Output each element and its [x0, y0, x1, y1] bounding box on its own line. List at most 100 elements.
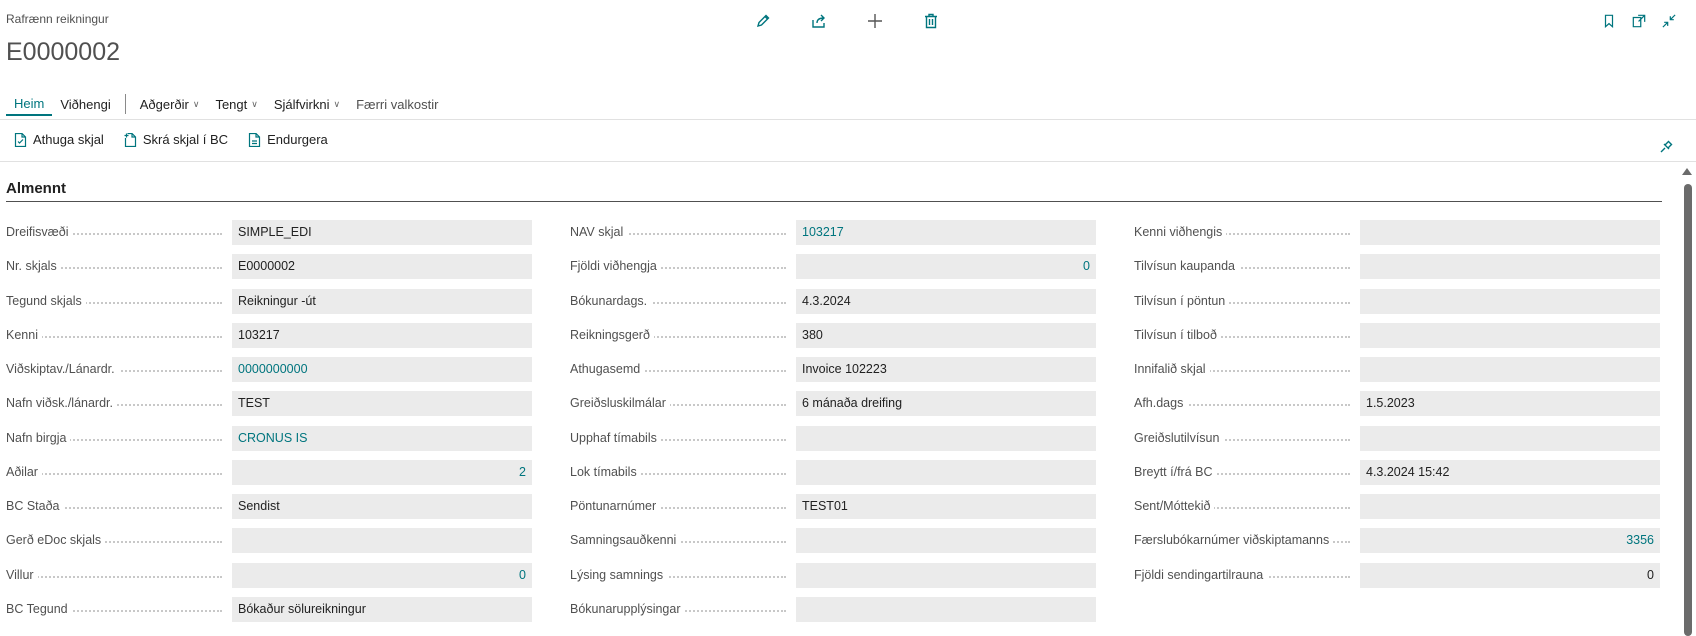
field-label: Nr. skjals [6, 254, 61, 279]
add-icon[interactable] [862, 8, 888, 34]
tab-label: Heim [14, 95, 45, 111]
field-value[interactable] [796, 528, 1096, 554]
field-value[interactable]: TEST01 [796, 494, 1096, 519]
field-value[interactable]: Reikningur -út [232, 288, 532, 314]
field-label-text: Greiðslutilvísun [1134, 430, 1224, 445]
share-icon[interactable] [806, 8, 832, 34]
page-caption: Rafrænn reikningur [6, 12, 109, 26]
field-value[interactable] [796, 425, 1096, 451]
field-label-text: Nr. skjals [6, 259, 61, 274]
edit-icon[interactable] [750, 8, 776, 34]
field-label-text: Kenni [6, 327, 42, 342]
field-value[interactable]: 4.3.2024 [796, 288, 1096, 314]
field-label-text: BC Staða [6, 499, 64, 513]
field-value[interactable] [796, 596, 1096, 622]
tab-label: Sjálfvirkni [273, 96, 330, 112]
field-label: Kenni [6, 323, 42, 348]
field-value[interactable] [232, 528, 532, 554]
field-value[interactable] [1360, 357, 1660, 382]
page-toolbar [750, 8, 944, 34]
leader-dots [6, 575, 222, 578]
tab-tengt[interactable]: Tengt ∨ [207, 92, 265, 116]
check-document-button[interactable]: Athuga skjal [14, 132, 104, 147]
field-value[interactable]: 1.5.2023 [1360, 391, 1660, 417]
page-right-toolbar [1596, 8, 1682, 34]
field-value[interactable] [1360, 254, 1660, 280]
register-in-bc-button[interactable]: Skrá skjal í BC [124, 132, 228, 147]
section-title[interactable]: Almennt [6, 180, 66, 197]
field-label: Tilvísun í tilboð [1134, 323, 1221, 348]
divider [0, 161, 1696, 162]
field-label: Færslubókarnúmer viðskiptamanns [1134, 528, 1334, 553]
field-value[interactable]: 2 [232, 459, 532, 485]
page-title: E0000002 [6, 38, 121, 66]
field-label-text: Athugasemd [570, 362, 645, 376]
field-label: Bókunardags. [570, 289, 652, 314]
document-refresh-icon [248, 132, 261, 147]
field-value[interactable] [1360, 425, 1660, 451]
field-value[interactable]: Invoice 102223 [796, 357, 1096, 382]
field-value[interactable] [1360, 494, 1660, 519]
field-value[interactable]: 0000000000 [232, 357, 532, 382]
field-label: Breytt í/frá BC [1134, 460, 1217, 485]
field-label-text: Tilvísun í tilboð [1134, 327, 1221, 342]
field-value[interactable]: 4.3.2024 15:42 [1360, 459, 1660, 485]
tab-label: Færri valkostir [356, 96, 439, 112]
field-label-text: Gerð eDoc skjals [6, 533, 106, 548]
field-value[interactable]: 6 mánaða dreifing [796, 391, 1096, 417]
chevron-down-icon: ∨ [251, 98, 258, 109]
tab-adgerdir[interactable]: Aðgerðir ∨ [132, 92, 208, 116]
field-value[interactable]: 103217 [796, 220, 1096, 245]
field-value[interactable]: SIMPLE_EDI [232, 220, 532, 245]
fewer-options-button[interactable]: Færri valkostir [348, 92, 446, 116]
field-label-text: Kenni viðhengis [1134, 225, 1227, 239]
field-value[interactable] [796, 562, 1096, 588]
tab-vidhengi[interactable]: Viðhengi [52, 92, 118, 116]
scrollbar[interactable] [1682, 166, 1692, 636]
field-value[interactable]: 0 [1360, 562, 1660, 588]
field-label: BC Staða [6, 494, 64, 519]
field-label-text: Nafn viðsk./lánardr. [6, 396, 117, 411]
field-value[interactable]: Sendist [232, 494, 532, 519]
field-label-text: Samningsauðkenni [570, 533, 681, 548]
scroll-up-arrow-icon[interactable] [1682, 168, 1692, 175]
delete-icon[interactable] [918, 8, 944, 34]
field-label-text: Tegund skjals [6, 293, 86, 308]
field-value[interactable]: CRONUS IS [232, 425, 532, 451]
field-value[interactable]: 0 [796, 254, 1096, 280]
field-value[interactable]: E0000002 [232, 254, 532, 280]
button-label: Athuga skjal [33, 132, 104, 147]
field-value[interactable]: 3356 [1360, 528, 1660, 554]
tab-sjalfvirkni[interactable]: Sjálfvirkni ∨ [266, 92, 348, 116]
field-value[interactable]: 380 [796, 322, 1096, 348]
bookmark-icon[interactable] [1596, 8, 1622, 34]
field-label: Tilvísun í pöntun [1134, 289, 1230, 314]
scroll-thumb[interactable] [1684, 184, 1692, 636]
chevron-down-icon: ∨ [333, 98, 341, 109]
field-value[interactable] [1360, 220, 1660, 245]
field-value[interactable]: 0 [232, 562, 532, 588]
field-value[interactable] [1360, 322, 1660, 348]
field-value[interactable] [796, 459, 1096, 485]
action-tabs: Heim Viðhengi Aðgerðir ∨ Tengt ∨ Sjálfvirk… [6, 92, 446, 116]
field-value[interactable]: 103217 [232, 322, 532, 348]
field-label-text: Nafn birgja [6, 430, 71, 445]
field-value[interactable]: Bókaður sölureikningur [232, 596, 532, 622]
open-new-window-icon[interactable] [1626, 8, 1652, 34]
field-label-text: Dreifisvæði [6, 225, 73, 239]
field-label-text: Reikningsgerð [570, 327, 654, 342]
field-label: Kenni viðhengis [1134, 220, 1227, 245]
field-label: Lýsing samnings [570, 563, 668, 588]
field-label-text: Færslubókarnúmer viðskiptamanns [1134, 533, 1334, 548]
pin-icon[interactable] [1654, 133, 1680, 159]
field-label: BC Tegund [6, 597, 72, 622]
field-value[interactable] [1360, 288, 1660, 314]
field-label-text: Viðskiptav./Lánardr. [6, 362, 119, 376]
tab-divider [124, 94, 126, 114]
tab-heim[interactable]: Heim [6, 92, 53, 116]
field-value[interactable]: TEST [232, 391, 532, 417]
field-label: Aðilar [6, 460, 42, 485]
collapse-icon[interactable] [1656, 8, 1682, 34]
field-label-text: Fjöldi viðhengja [570, 259, 661, 274]
regenerate-button[interactable]: Endurgera [248, 132, 328, 147]
